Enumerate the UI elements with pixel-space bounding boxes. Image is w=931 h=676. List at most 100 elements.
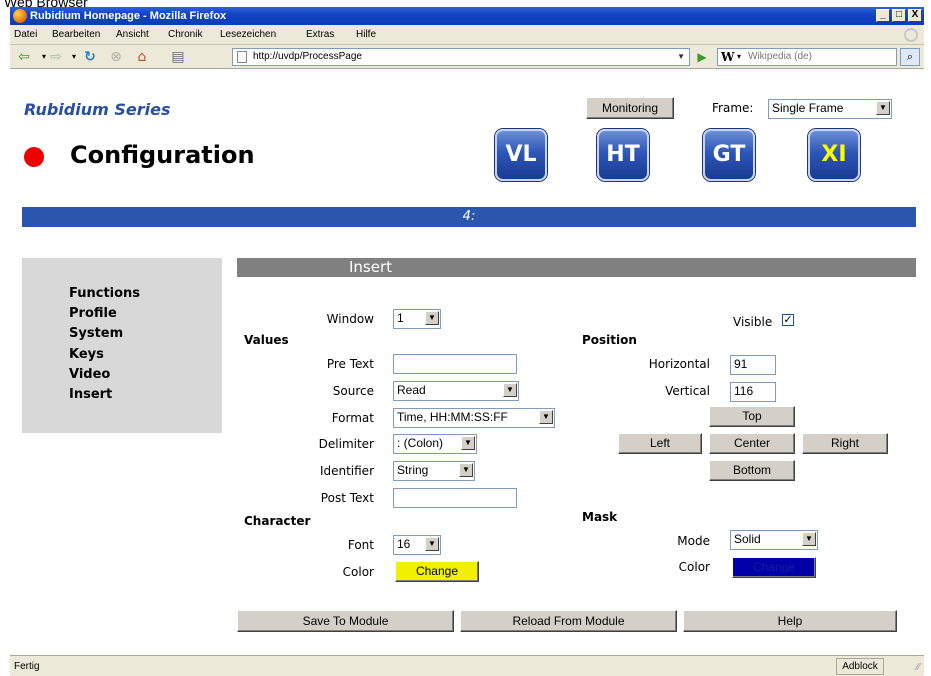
source-label: Source bbox=[332, 384, 374, 398]
module-button-xi[interactable]: XI bbox=[808, 129, 860, 181]
char-color-label: Color bbox=[342, 565, 374, 579]
section-bar: 4: bbox=[22, 207, 916, 227]
page-title: Configuration bbox=[70, 141, 255, 169]
chevron-down-icon: ▼ bbox=[425, 537, 439, 551]
window-select-value: 1 bbox=[397, 311, 404, 325]
status-indicator bbox=[24, 147, 44, 167]
chevron-down-icon: ▼ bbox=[459, 463, 473, 477]
reload-from-module-button[interactable]: Reload From Module bbox=[460, 610, 677, 632]
post-text-input[interactable] bbox=[393, 488, 517, 508]
mode-select-value: Solid bbox=[734, 532, 761, 546]
menu-lesezeichen[interactable]: Lesezeichen bbox=[220, 29, 276, 40]
visible-label: Visible bbox=[733, 315, 773, 329]
menu-ansicht[interactable]: Ansicht bbox=[116, 29, 149, 40]
source-select[interactable]: Read ▼ bbox=[393, 381, 519, 401]
check-icon: ✓ bbox=[783, 313, 793, 326]
left-button[interactable]: Left bbox=[618, 433, 702, 454]
search-icon[interactable]: ⌕ bbox=[900, 48, 920, 66]
module-button-vl[interactable]: VL bbox=[495, 129, 547, 181]
mode-label: Mode bbox=[677, 534, 710, 548]
top-button[interactable]: Top bbox=[709, 406, 795, 427]
monitoring-button[interactable]: Monitoring bbox=[586, 97, 674, 119]
sidebar-item-profile[interactable]: Profile bbox=[69, 306, 117, 321]
menu-extras[interactable]: Extras bbox=[306, 29, 334, 40]
chevron-down-icon: ▼ bbox=[425, 311, 439, 325]
horizontal-label: Horizontal bbox=[648, 357, 710, 371]
sidebar-item-insert[interactable]: Insert bbox=[69, 387, 112, 402]
firefox-logo-icon bbox=[13, 9, 27, 23]
frame-label: Frame: bbox=[712, 101, 754, 115]
delimiter-label: Delimiter bbox=[318, 437, 374, 451]
post-text-label: Post Text bbox=[320, 491, 374, 505]
sidebar-item-functions[interactable]: Functions bbox=[69, 286, 140, 301]
resize-grip-icon[interactable]: ⁄⁄ bbox=[917, 662, 920, 673]
char-color-button[interactable]: Change bbox=[395, 561, 479, 582]
identifier-select[interactable]: String ▼ bbox=[393, 461, 475, 481]
close-button[interactable]: X bbox=[908, 9, 922, 22]
format-select-value: Time, HH:MM:SS:FF bbox=[397, 410, 508, 424]
mask-color-button[interactable]: Change bbox=[732, 557, 816, 578]
menu-hilfe[interactable]: Hilfe bbox=[356, 29, 376, 40]
window-label: Window bbox=[326, 312, 374, 326]
font-select[interactable]: 16 ▼ bbox=[393, 535, 441, 555]
character-section-title: Character bbox=[244, 514, 311, 528]
module-button-gt[interactable]: GT bbox=[703, 129, 755, 181]
forward-icon[interactable]: ⇨ bbox=[48, 49, 64, 65]
chevron-down-icon: ▼ bbox=[503, 383, 517, 397]
print-icon[interactable]: ▤ bbox=[170, 49, 186, 65]
font-label: Font bbox=[347, 538, 374, 552]
menu-chronik[interactable]: Chronik bbox=[168, 29, 202, 40]
window-title-bar: Rubidium Homepage - Mozilla Firefox _ □ … bbox=[10, 7, 924, 25]
visible-checkbox[interactable]: ✓ bbox=[782, 314, 794, 326]
menu-bar: Datei Bearbeiten Ansicht Chronik Lesezei… bbox=[10, 25, 924, 45]
window-select[interactable]: 1 ▼ bbox=[393, 309, 441, 329]
delimiter-select[interactable]: : (Colon) ▼ bbox=[393, 434, 477, 454]
right-button[interactable]: Right bbox=[802, 433, 888, 454]
url-bar[interactable]: http://uvdp/ProcessPage ▼ bbox=[232, 48, 690, 66]
pre-text-label: Pre Text bbox=[326, 357, 374, 371]
font-select-value: 16 bbox=[397, 537, 411, 551]
pre-text-input[interactable] bbox=[393, 354, 517, 374]
brand-title: Rubidium Series bbox=[24, 100, 171, 119]
search-bar[interactable]: W ▾ Wikipedia (de) bbox=[717, 48, 897, 66]
window-title: Rubidium Homepage - Mozilla Firefox bbox=[30, 10, 227, 22]
adblock-button[interactable]: Adblock bbox=[836, 658, 884, 675]
chevron-down-icon: ▼ bbox=[876, 101, 890, 115]
url-dropdown-icon[interactable]: ▼ bbox=[677, 49, 685, 65]
forward-dropdown-icon[interactable]: ▾ bbox=[66, 49, 82, 65]
chevron-down-icon: ▼ bbox=[539, 410, 553, 424]
go-icon[interactable]: ▶ bbox=[694, 49, 710, 65]
menu-datei[interactable]: Datei bbox=[14, 29, 37, 40]
vertical-input[interactable]: 116 bbox=[730, 382, 776, 402]
chevron-down-icon: ▼ bbox=[802, 532, 816, 546]
home-icon[interactable]: ⌂ bbox=[134, 49, 150, 65]
chevron-down-icon: ▼ bbox=[461, 436, 475, 450]
help-button[interactable]: Help bbox=[683, 610, 897, 632]
mode-select[interactable]: Solid ▼ bbox=[730, 530, 818, 550]
back-icon[interactable]: ⇦ bbox=[16, 49, 32, 65]
sidebar-item-system[interactable]: System bbox=[69, 326, 123, 341]
status-text: Fertig bbox=[14, 661, 40, 672]
horizontal-input[interactable]: 91 bbox=[730, 355, 776, 375]
frame-select[interactable]: Single Frame ▼ bbox=[768, 99, 892, 119]
search-engine-dropdown-icon[interactable]: ▾ bbox=[737, 49, 741, 65]
save-to-module-button[interactable]: Save To Module bbox=[237, 610, 454, 632]
sidebar-item-video[interactable]: Video bbox=[69, 367, 110, 382]
delimiter-select-value: : (Colon) bbox=[397, 436, 444, 450]
mask-color-label: Color bbox=[678, 560, 710, 574]
reload-icon[interactable]: ↻ bbox=[82, 49, 98, 65]
module-button-ht[interactable]: HT bbox=[597, 129, 649, 181]
bottom-button[interactable]: Bottom bbox=[709, 460, 795, 481]
page-icon bbox=[237, 51, 247, 63]
insert-panel-header: Insert bbox=[237, 258, 916, 277]
menu-bearbeiten[interactable]: Bearbeiten bbox=[52, 29, 100, 40]
identifier-select-value: String bbox=[397, 463, 429, 477]
vertical-label: Vertical bbox=[665, 384, 710, 398]
minimize-button[interactable]: _ bbox=[876, 9, 890, 22]
wikipedia-logo-icon[interactable]: W bbox=[721, 49, 734, 65]
center-button[interactable]: Center bbox=[709, 433, 795, 454]
format-select[interactable]: Time, HH:MM:SS:FF ▼ bbox=[393, 408, 555, 428]
stop-icon[interactable]: ⊗ bbox=[108, 49, 124, 65]
sidebar-item-keys[interactable]: Keys bbox=[69, 347, 104, 362]
maximize-button[interactable]: □ bbox=[892, 9, 906, 22]
